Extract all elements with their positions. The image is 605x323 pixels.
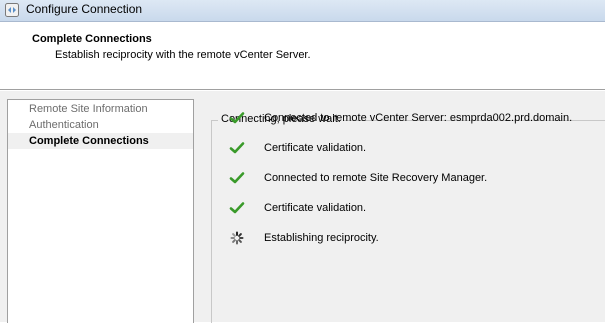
wizard-header: Complete Connections Establish reciproci… [0,22,605,89]
progress-step-text: Certificate validation. [264,142,367,154]
check-icon [229,202,245,214]
progress-step-text: Connected to remote vCenter Server: esmp… [264,112,573,124]
nav-step-complete-connections[interactable]: Complete Connections [8,133,193,149]
window-title: Configure Connection [26,2,143,16]
page-title: Complete Connections [32,33,152,45]
progress-step-text: Establishing reciprocity. [264,232,379,244]
progress-step-text: Certificate validation. [264,202,367,214]
app-icon [5,3,19,17]
wizard-steps-nav: Remote Site Information Authentication C… [7,99,194,323]
check-icon [229,112,245,124]
title-bar: Configure Connection [0,0,605,22]
spinner-icon [230,231,244,245]
check-icon [229,172,245,184]
check-icon [229,142,245,154]
nav-step-authentication[interactable]: Authentication [8,117,193,133]
nav-step-remote-site-information[interactable]: Remote Site Information [8,101,193,117]
progress-step-text: Connected to remote Site Recovery Manage… [264,172,488,184]
page-subtitle: Establish reciprocity with the remote vC… [55,49,311,61]
